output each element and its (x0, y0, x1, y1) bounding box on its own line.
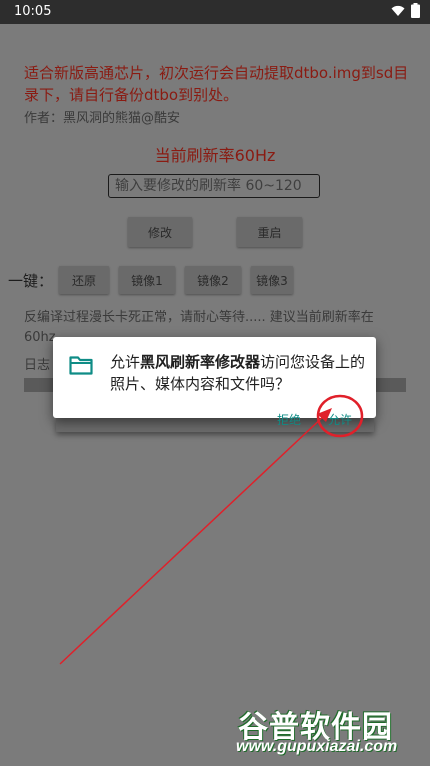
notice-text: 适合新版高通芯片，初次运行会自动提取dtbo.img到sd目录下，请自行备份dt… (24, 64, 409, 104)
battery-icon (411, 3, 420, 18)
watermark-url: www.gupuxiazai.com (236, 738, 398, 755)
current-rate-text: 当前刷新率60Hz (154, 146, 276, 165)
message-app-name: 黑风刷新率修改器 (140, 353, 261, 371)
folder-icon (69, 355, 93, 379)
refresh-rate-input[interactable] (108, 174, 320, 198)
status-time: 10:05 (14, 4, 52, 19)
reboot-button[interactable]: 重启 (237, 217, 302, 247)
status-bar: 10:05 (0, 0, 430, 24)
image3-button[interactable]: 镜像3 (251, 266, 293, 294)
modify-button[interactable]: 修改 (128, 217, 192, 247)
image2-button[interactable]: 镜像2 (185, 266, 241, 294)
wifi-icon (391, 5, 405, 17)
author-text: 作者：黑风洞的熊猫@酷安 (24, 111, 181, 126)
deny-button[interactable]: 拒绝 (277, 411, 301, 428)
background-dialog-edge (56, 418, 374, 432)
permission-message: 允许黑风刷新率修改器访问您设备上的照片、媒体内容和文件吗？ (110, 351, 372, 395)
allow-button[interactable]: 允许 (328, 411, 352, 428)
restore-button[interactable]: 还原 (59, 266, 109, 294)
image1-button[interactable]: 镜像1 (119, 266, 175, 294)
message-prefix: 允许 (110, 353, 141, 371)
permission-dialog: 允许黑风刷新率修改器访问您设备上的照片、媒体内容和文件吗？ 拒绝 允许 (53, 337, 376, 427)
watermark: 谷普软件园 www.gupuxiazai.com (236, 702, 426, 762)
log-label: 日志 (24, 358, 51, 373)
one-key-label: 一键： (8, 272, 54, 290)
